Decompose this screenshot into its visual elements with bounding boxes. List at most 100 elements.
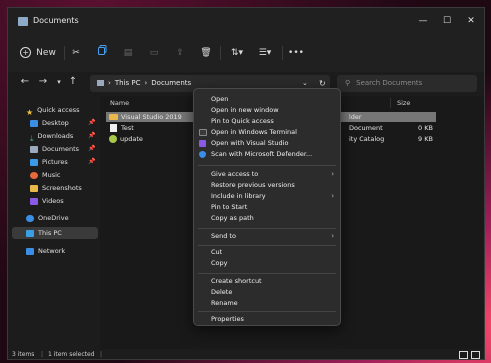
item-count: 3 items xyxy=(12,351,35,358)
share-icon: ⇪ xyxy=(176,48,184,58)
sort-button[interactable]: ⇅▾ xyxy=(226,45,248,61)
column-header-name[interactable]: Name xyxy=(110,99,129,107)
menu-item-rename[interactable]: Rename xyxy=(194,298,340,309)
back-button[interactable]: ← xyxy=(18,76,32,87)
tiles-view-icon[interactable] xyxy=(471,351,480,359)
navigation-pane: ★ Quick access Desktop 📌 ⤓ Downloads 📌 Doc… xyxy=(8,96,100,351)
terminal-icon xyxy=(199,129,207,136)
view-button[interactable]: ☰▾ xyxy=(254,45,276,61)
search-icon: ⚲ xyxy=(345,79,351,87)
selection-count: 1 item selected xyxy=(48,351,95,358)
menu-item-properties[interactable]: Properties xyxy=(194,314,340,325)
paste-button[interactable]: ▤ xyxy=(120,45,136,61)
more-options-button[interactable]: ••• xyxy=(288,45,304,61)
recent-locations-button[interactable]: ▾ xyxy=(52,78,66,86)
cut-button[interactable]: ✂ xyxy=(68,45,84,61)
new-label: New xyxy=(36,48,56,58)
menu-divider xyxy=(198,165,336,166)
menu-item-scan-defender[interactable]: Scan with Microsoft Defender... xyxy=(194,149,340,160)
menu-item-label: Cut xyxy=(211,248,223,256)
menu-item-open-terminal[interactable]: Open in Windows Terminal xyxy=(194,127,340,138)
copy-button[interactable] xyxy=(94,45,110,61)
sidebar-item-label: Videos xyxy=(42,197,64,205)
sidebar-item-screenshots[interactable]: Screenshots xyxy=(30,182,82,194)
details-view-icon[interactable] xyxy=(459,351,468,359)
pictures-icon xyxy=(30,158,38,166)
menu-item-label: Restore previous versions xyxy=(211,181,295,189)
title-bar: Documents — ☐ ✕ xyxy=(8,8,484,34)
menu-item-label: Open in new window xyxy=(211,106,279,114)
sidebar-item-label: Downloads xyxy=(37,132,74,140)
context-menu: Open Open in new window Pin to Quick acc… xyxy=(193,88,341,326)
menu-item-open-new-window[interactable]: Open in new window xyxy=(194,105,340,116)
menu-item-label: Copy as path xyxy=(211,214,254,222)
menu-item-label: Open xyxy=(211,95,229,103)
maximize-button[interactable]: ☐ xyxy=(440,14,454,28)
file-icon xyxy=(110,124,117,132)
menu-item-include-library[interactable]: Include in library › xyxy=(194,191,340,202)
breadcrumb-documents[interactable]: Documents xyxy=(151,79,191,87)
name-cell: update xyxy=(109,134,143,144)
window-title: Documents xyxy=(33,16,79,25)
menu-item-restore-versions[interactable]: Restore previous versions xyxy=(194,180,340,191)
menu-item-open[interactable]: Open xyxy=(194,94,340,105)
chevron-right-icon: › xyxy=(331,232,334,240)
sidebar-item-videos[interactable]: Videos xyxy=(30,195,64,207)
arrow-right-icon: → xyxy=(38,76,48,87)
sidebar-item-music[interactable]: Music xyxy=(30,169,61,181)
sidebar-item-onedrive[interactable]: OneDrive xyxy=(26,212,69,224)
folder-icon xyxy=(30,184,38,192)
documents-icon xyxy=(30,145,38,153)
sidebar-item-label: Documents xyxy=(42,145,80,153)
trash-icon: 🗑 xyxy=(200,48,212,58)
new-button[interactable]: + New xyxy=(14,45,62,61)
catalog-icon xyxy=(109,135,117,143)
sidebar-item-label: Quick access xyxy=(37,106,80,114)
menu-item-pin-quick-access[interactable]: Pin to Quick access xyxy=(194,116,340,127)
sidebar-item-documents[interactable]: Documents xyxy=(30,143,79,155)
forward-button[interactable]: → xyxy=(36,76,50,87)
menu-item-send-to[interactable]: Send to › xyxy=(194,231,340,242)
column-header-size[interactable]: Size xyxy=(397,99,410,107)
status-divider: | xyxy=(100,351,103,358)
sidebar-item-downloads[interactable]: ⤓ Downloads xyxy=(30,130,74,143)
shield-icon xyxy=(199,151,206,158)
pin-icon: 📌 xyxy=(88,158,96,165)
name-cell: Visual Studio 2019 xyxy=(109,112,182,122)
sidebar-item-desktop[interactable]: Desktop xyxy=(30,117,69,129)
menu-item-pin-start[interactable]: Pin to Start xyxy=(194,202,340,213)
plus-circle-icon: + xyxy=(20,47,32,58)
breadcrumb-this-pc[interactable]: This PC xyxy=(115,79,141,87)
status-bar: 3 items | 1 item selected | xyxy=(8,349,484,359)
sidebar-item-label: OneDrive xyxy=(38,214,69,222)
menu-item-copy[interactable]: Copy xyxy=(194,258,340,269)
menu-item-delete[interactable]: Delete xyxy=(194,287,340,298)
menu-item-open-visual-studio[interactable]: Open with Visual Studio xyxy=(194,138,340,149)
computer-icon xyxy=(26,229,34,237)
sort-icon: ⇅▾ xyxy=(230,48,244,58)
file-explorer-icon xyxy=(18,17,28,26)
sidebar-item-label: Pictures xyxy=(42,158,68,166)
search-input[interactable]: ⚲ Search Documents xyxy=(337,75,477,92)
sidebar-item-quick-access[interactable]: ★ Quick access xyxy=(26,104,80,117)
file-name: update xyxy=(120,135,143,143)
delete-button[interactable]: 🗑 xyxy=(198,45,214,61)
up-button[interactable]: ↑ xyxy=(66,76,80,87)
close-button[interactable]: ✕ xyxy=(464,14,478,28)
menu-item-label: Open in Windows Terminal xyxy=(211,128,297,136)
sidebar-item-network[interactable]: Network xyxy=(26,245,65,257)
sidebar-item-this-pc[interactable]: This PC xyxy=(26,227,62,239)
file-name: Visual Studio 2019 xyxy=(121,113,182,121)
sidebar-item-pictures[interactable]: Pictures xyxy=(30,156,68,168)
menu-item-cut[interactable]: Cut xyxy=(194,247,340,258)
menu-item-label: Send to xyxy=(211,232,236,240)
menu-item-copy-path[interactable]: Copy as path xyxy=(194,213,340,224)
minimize-button[interactable]: — xyxy=(416,14,430,28)
type-cell: Document xyxy=(349,124,383,132)
menu-divider xyxy=(198,245,336,246)
folder-icon xyxy=(109,114,118,120)
share-button[interactable]: ⇪ xyxy=(172,45,188,61)
rename-button[interactable]: ▭ xyxy=(146,45,162,61)
menu-item-create-shortcut[interactable]: Create shortcut xyxy=(194,276,340,287)
menu-item-give-access[interactable]: Give access to › xyxy=(194,169,340,180)
